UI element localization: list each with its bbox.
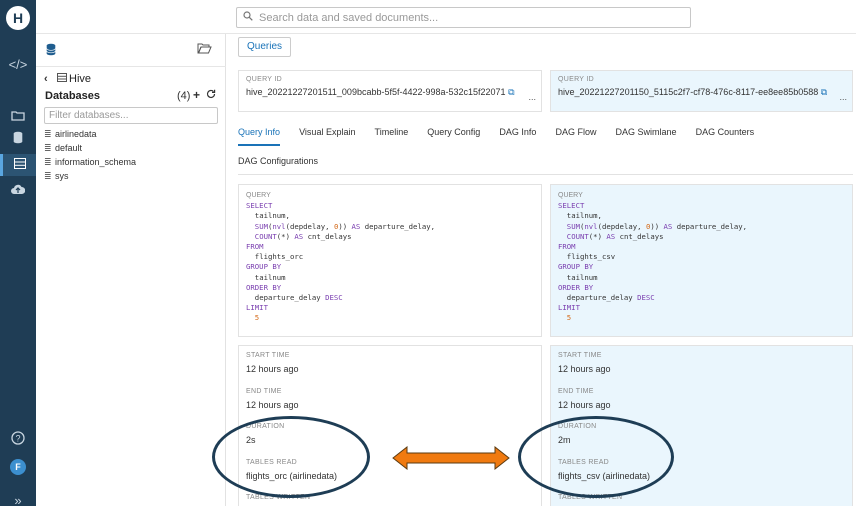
help-svg: ? xyxy=(11,431,25,445)
database-icon: ≣ xyxy=(44,129,52,139)
folder-svg xyxy=(11,111,25,121)
search-icon xyxy=(243,11,253,24)
query-label: QUERY xyxy=(558,192,583,199)
database-icon: ≣ xyxy=(44,171,52,181)
hive-table-icon xyxy=(57,73,67,85)
add-icon[interactable]: + xyxy=(193,88,200,102)
database-item[interactable]: ≣ sys xyxy=(44,169,136,183)
table-svg xyxy=(13,158,26,169)
help-icon[interactable]: ? xyxy=(0,430,36,452)
query-id-value: hive_20221227201150_5115c2f7-cf78-476c-8… xyxy=(558,87,828,97)
database-item[interactable]: ≣ default xyxy=(44,141,136,155)
tab-query-info[interactable]: Query Info xyxy=(238,120,281,146)
tab-dag-swimlane[interactable]: DAG Swimlane xyxy=(616,120,677,146)
copy-icon[interactable]: ⧉ xyxy=(821,87,827,97)
tab-timeline[interactable]: Timeline xyxy=(375,120,409,146)
query-id-card-right: QUERY ID hive_20221227201150_5115c2f7-cf… xyxy=(550,70,853,112)
back-chevron-icon[interactable]: ‹ xyxy=(44,73,48,85)
tab-dag-counters[interactable]: DAG Counters xyxy=(696,120,755,146)
highlight-oval-left xyxy=(212,416,370,498)
sql-table: flights_orc xyxy=(254,252,304,262)
sql-table: flights_csv xyxy=(566,252,616,262)
icon-rail: H </> ? F » xyxy=(0,0,36,506)
open-folder-icon[interactable] xyxy=(197,42,212,57)
filter-databases-input[interactable] xyxy=(44,107,218,124)
copy-icon[interactable]: ⧉ xyxy=(508,87,514,97)
database-icon[interactable] xyxy=(0,129,36,151)
search-input[interactable] xyxy=(259,10,679,25)
app-logo[interactable]: H xyxy=(6,6,30,30)
query-id-card-left: QUERY ID hive_20221227201511_009bcabb-5f… xyxy=(238,70,542,112)
tab-query-config[interactable]: Query Config xyxy=(427,120,480,146)
cloud-upload-icon[interactable] xyxy=(0,180,36,202)
start-time-stat: START TIME 12 hours ago xyxy=(246,352,299,374)
expand-icon[interactable]: » xyxy=(0,490,36,506)
query-id-label: QUERY ID xyxy=(558,76,594,83)
databases-count: (4) xyxy=(177,90,191,102)
database-svg xyxy=(13,131,23,144)
more-ellipsis[interactable]: ... xyxy=(528,92,536,102)
start-time-stat: START TIME 12 hours ago xyxy=(558,352,611,374)
code-icon[interactable]: </> xyxy=(0,54,36,76)
tab-dag-configurations[interactable]: DAG Configurations xyxy=(238,149,318,175)
table-icon[interactable] xyxy=(0,154,36,176)
queries-button[interactable]: Queries xyxy=(238,37,292,57)
tab-dag-flow[interactable]: DAG Flow xyxy=(555,120,596,146)
more-ellipsis[interactable]: ... xyxy=(839,92,847,102)
query-sql-right: QUERY SELECT tailnum, SUM(nvl(depdelay, … xyxy=(550,184,853,337)
global-search[interactable] xyxy=(236,7,691,28)
database-icon: ≣ xyxy=(44,157,52,167)
database-icon[interactable] xyxy=(46,43,56,59)
user-avatar[interactable]: F xyxy=(10,459,26,475)
comparison-arrow xyxy=(392,446,510,470)
databases-heading: Databases xyxy=(45,90,101,102)
source-name[interactable]: Hive xyxy=(69,73,91,85)
database-item[interactable]: ≣ information_schema xyxy=(44,155,136,169)
database-list: ≣ airlinedata ≣ default ≣ information_schem… xyxy=(44,127,136,183)
folder-icon[interactable] xyxy=(0,106,36,128)
tab-visual-explain[interactable]: Visual Explain xyxy=(299,120,355,146)
database-icon: ≣ xyxy=(44,143,52,153)
cloud-svg xyxy=(11,184,26,194)
database-item[interactable]: ≣ airlinedata xyxy=(44,127,136,141)
query-label: QUERY xyxy=(246,192,271,199)
panel-divider xyxy=(36,66,226,67)
database-panel: ‹ Hive Databases (4) + ≣airlinedata ≣def… xyxy=(36,34,226,506)
tab-dag-info[interactable]: DAG Info xyxy=(499,120,536,146)
refresh-icon[interactable] xyxy=(206,89,216,102)
query-tabs: Query Info Visual Explain Timeline Query… xyxy=(238,120,853,175)
query-id-value: hive_20221227201511_009bcabb-5f5f-4422-9… xyxy=(246,87,515,97)
query-id-label: QUERY ID xyxy=(246,76,282,83)
svg-text:?: ? xyxy=(15,434,20,444)
top-bar xyxy=(36,0,856,34)
highlight-oval-right xyxy=(518,416,674,498)
query-sql-left: QUERY SELECT tailnum, SUM(nvl(depdelay, … xyxy=(238,184,542,337)
